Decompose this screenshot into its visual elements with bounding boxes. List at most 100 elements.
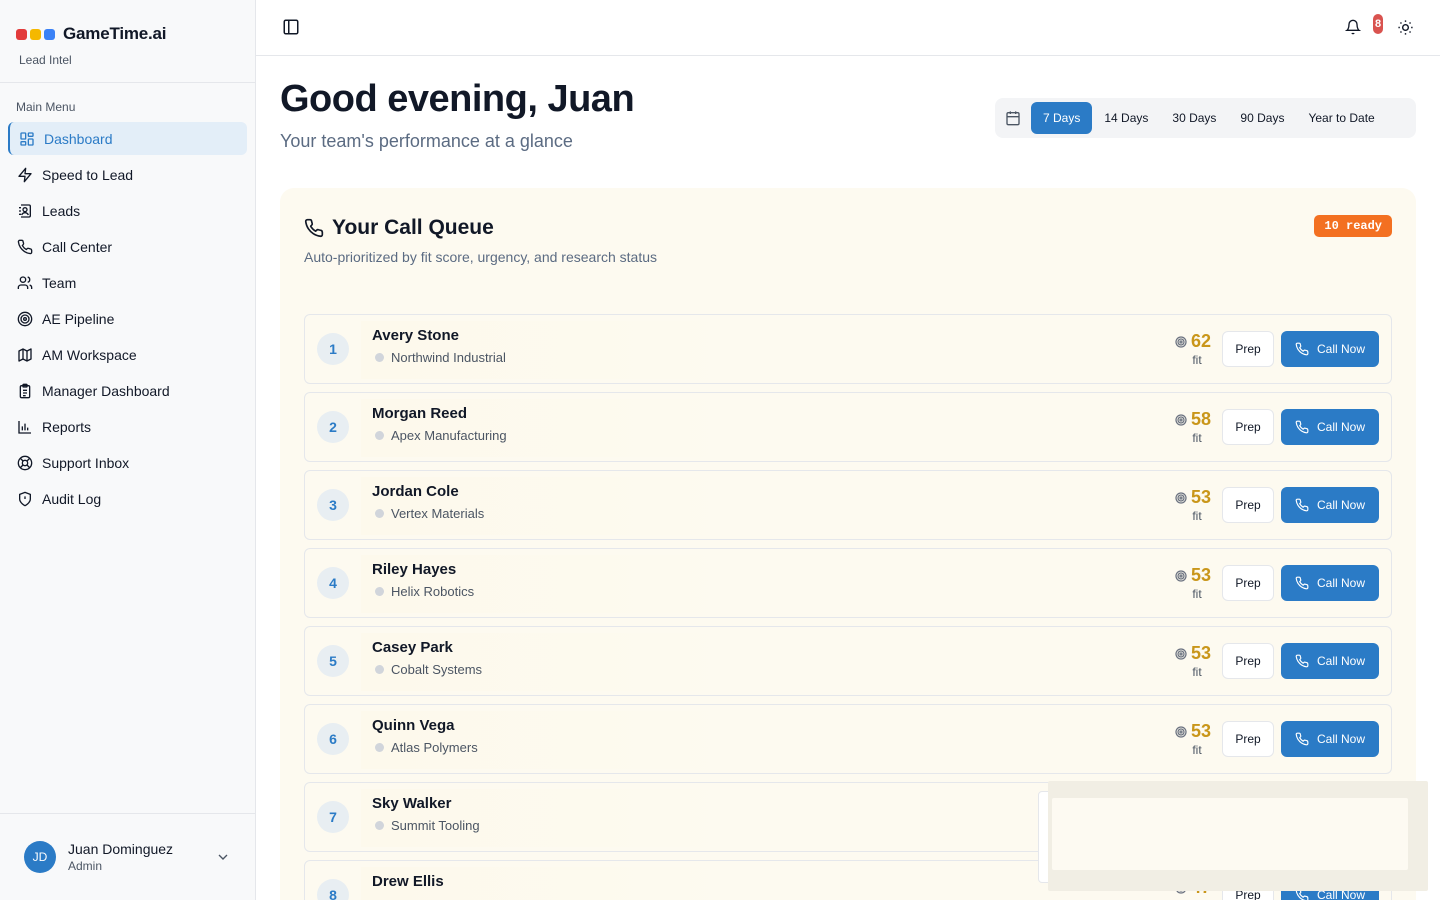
lead-name[interactable]: Avery Stone	[372, 327, 459, 344]
queue-row[interactable]: 4 Riley Hayes Helix Robotics 53 fit Prep…	[304, 548, 1392, 618]
lead-name[interactable]: Riley Hayes	[372, 561, 456, 578]
call-now-button[interactable]: Call Now	[1281, 409, 1379, 445]
sidebar-item-team[interactable]: Team	[8, 266, 247, 299]
sidebar-item-leads[interactable]: Leads	[8, 194, 247, 227]
call-now-button[interactable]: Call Now	[1281, 643, 1379, 679]
range-year-to-date[interactable]: Year to Date	[1296, 102, 1386, 134]
sidebar-item-label: Support Inbox	[42, 454, 130, 471]
call-now-button[interactable]: Call Now	[1281, 721, 1379, 757]
users-icon	[17, 275, 33, 289]
sidebar-item-label: Speed to Lead	[42, 166, 134, 183]
date-range-selector: 7 Days 14 Days 30 Days 90 Days Year to D…	[995, 98, 1416, 138]
sidebar-item-label: Manager Dashboard	[42, 382, 170, 399]
lead-name[interactable]: Morgan Reed	[372, 405, 467, 422]
company-name: Helix Robotics	[391, 584, 475, 599]
sun-icon[interactable]	[1397, 19, 1414, 36]
lead-name[interactable]: Sky Walker	[372, 795, 452, 812]
sidebar-item-label: Call Center	[42, 238, 113, 255]
fit-score: 53 fit	[1171, 643, 1215, 679]
phone-icon	[1295, 342, 1309, 356]
rank-badge: 2	[317, 411, 349, 443]
queue-subtitle: Auto-prioritized by fit score, urgency, …	[304, 249, 658, 265]
bell-icon[interactable]	[1345, 19, 1361, 35]
rank-badge: 1	[317, 333, 349, 365]
prep-button[interactable]: Prep	[1222, 565, 1274, 601]
phone-icon	[1295, 420, 1309, 434]
sidebar-item-label: Reports	[42, 418, 92, 435]
sidebar-toggle-icon[interactable]	[282, 18, 300, 36]
notification-badge: 8	[1373, 14, 1383, 34]
queue-row[interactable]: 5 Casey Park Cobalt Systems 53 fit Prep …	[304, 626, 1392, 696]
lead-company: Northwind Industrial	[375, 350, 506, 365]
fit-label: fit	[1192, 431, 1202, 445]
rank-badge: 5	[317, 645, 349, 677]
user-role: Admin	[68, 859, 103, 873]
sidebar-item-audit-log[interactable]: Audit Log	[8, 482, 247, 515]
lead-name[interactable]: Casey Park	[372, 639, 453, 656]
range-90-days[interactable]: 90 Days	[1228, 102, 1296, 134]
call-now-label: Call Now	[1316, 732, 1365, 746]
company-name: Vertex Materials	[391, 506, 485, 521]
company-name: Northwind Industrial	[391, 350, 506, 365]
queue-row[interactable]: 3 Jordan Cole Vertex Materials 53 fit Pr…	[304, 470, 1392, 540]
queue-row[interactable]: 1 Avery Stone Northwind Industrial 62 fi…	[304, 314, 1392, 384]
calendar-icon	[1006, 111, 1020, 126]
company-name: Cobalt Systems	[391, 662, 483, 677]
sidebar-item-ae-pipeline[interactable]: AE Pipeline	[8, 302, 247, 335]
queue-row[interactable]: 6 Quinn Vega Atlas Polymers 53 fit Prep …	[304, 704, 1392, 774]
company-name: Apex Manufacturing	[391, 428, 507, 443]
sidebar-item-manager-dashboard[interactable]: Manager Dashboard	[8, 374, 247, 407]
fit-label: fit	[1192, 665, 1202, 679]
call-now-button[interactable]: Call Now	[1281, 331, 1379, 367]
fit-score-value: 53	[1190, 721, 1212, 741]
range-14-days[interactable]: 14 Days	[1092, 102, 1160, 134]
bar-chart-icon	[18, 420, 31, 434]
ready-count-badge: 10 ready	[1314, 215, 1392, 237]
rank-badge: 3	[317, 489, 349, 521]
user-name: Juan Dominguez	[68, 841, 174, 857]
fit-score-value: 53	[1190, 565, 1212, 585]
sidebar-item-speed-to-lead[interactable]: Speed to Lead	[8, 158, 247, 191]
prep-button[interactable]: Prep	[1222, 331, 1274, 367]
target-icon	[1175, 647, 1187, 660]
phone-icon	[1295, 498, 1309, 512]
call-now-button[interactable]: Call Now	[1281, 487, 1379, 523]
lead-name[interactable]: Drew Ellis	[372, 873, 444, 890]
queue-row[interactable]: 2 Morgan Reed Apex Manufacturing 58 fit …	[304, 392, 1392, 462]
prep-button[interactable]: Prep	[1222, 487, 1274, 523]
brand-logo[interactable]: GameTime.ai	[16, 24, 239, 44]
range-7-days[interactable]: 7 Days	[1031, 102, 1093, 134]
lead-name[interactable]: Jordan Cole	[372, 483, 459, 500]
fit-score: 62 fit	[1171, 331, 1215, 367]
fit-label: fit	[1192, 353, 1202, 367]
rank-badge: 7	[317, 801, 349, 833]
topbar: 8	[256, 0, 1440, 56]
phone-icon	[1295, 732, 1309, 746]
queue-title: Your Call Queue	[332, 216, 494, 239]
sidebar-item-am-workspace[interactable]: AM Workspace	[8, 338, 247, 371]
sidebar-nav: Dashboard Speed to Lead Leads Call Cente…	[0, 122, 255, 515]
page-subtitle: Your team's performance at a glance	[280, 131, 573, 151]
user-menu[interactable]: JD Juan Dominguez Admin	[0, 813, 255, 900]
fit-label: fit	[1192, 743, 1202, 757]
status-dot-icon	[375, 665, 384, 674]
sidebar-item-call-center[interactable]: Call Center	[8, 230, 247, 263]
map-icon	[18, 347, 32, 362]
call-now-label: Call Now	[1316, 342, 1365, 356]
sidebar-item-reports[interactable]: Reports	[8, 410, 247, 443]
prep-button[interactable]: Prep	[1222, 409, 1274, 445]
sidebar-item-support-inbox[interactable]: Support Inbox	[8, 446, 247, 479]
range-30-days[interactable]: 30 Days	[1160, 102, 1228, 134]
target-icon	[1175, 491, 1187, 504]
prep-button[interactable]: Prep	[1222, 721, 1274, 757]
fit-score: 53 fit	[1171, 565, 1215, 601]
chevron-down-icon[interactable]	[215, 849, 231, 865]
call-now-label: Call Now	[1316, 498, 1365, 512]
call-now-button[interactable]: Call Now	[1281, 565, 1379, 601]
layout-grid-icon	[20, 131, 34, 146]
lead-name[interactable]: Quinn Vega	[372, 717, 455, 734]
sidebar-item-dashboard[interactable]: Dashboard	[8, 122, 247, 155]
prep-button[interactable]: Prep	[1222, 643, 1274, 679]
lead-company: Cobalt Systems	[375, 662, 482, 677]
logo-dots-icon	[16, 28, 55, 40]
